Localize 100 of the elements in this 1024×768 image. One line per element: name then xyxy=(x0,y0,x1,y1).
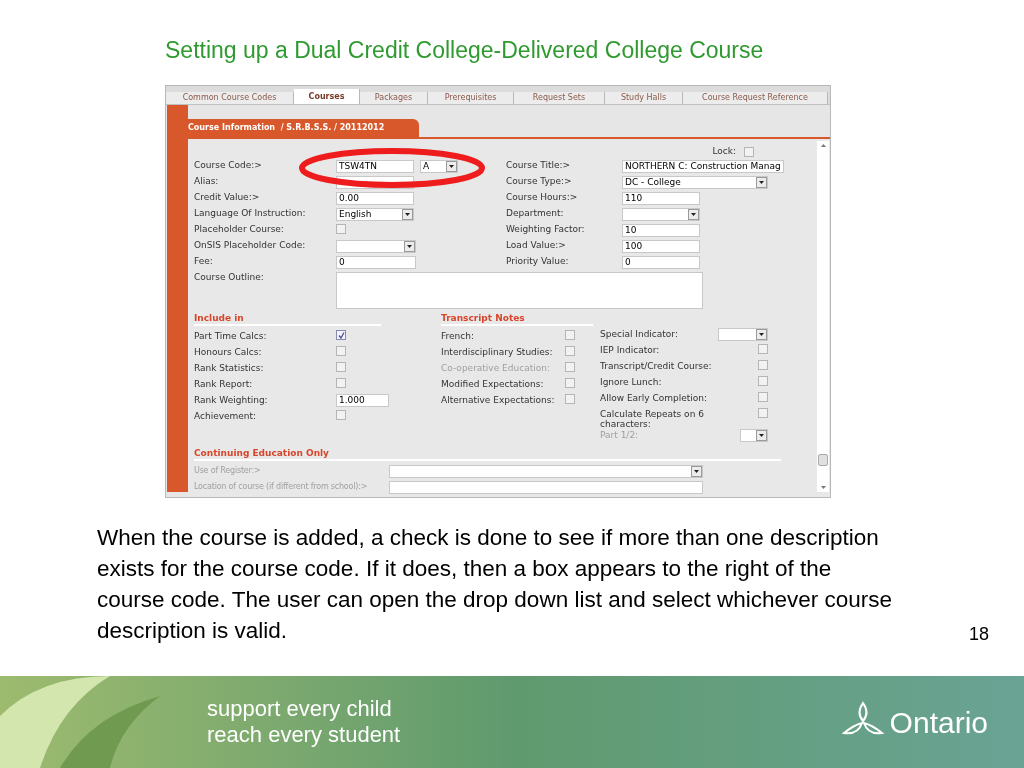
input-field[interactable]: 0 xyxy=(622,256,700,269)
scroll-up-icon[interactable] xyxy=(820,144,826,147)
dropdown-button[interactable] xyxy=(688,209,699,220)
dropdown-button[interactable] xyxy=(756,177,767,188)
field-label: Part 1/2: xyxy=(600,429,640,440)
checkbox[interactable] xyxy=(565,346,575,356)
slide-title: Setting up a Dual Credit College-Delivered College Course xyxy=(165,36,765,64)
field-label: Rank Weighting: xyxy=(194,394,269,405)
field-label: Weighting Factor: xyxy=(506,224,586,235)
tab[interactable]: Course Request Reference xyxy=(683,92,828,104)
tagline-text: reach every student xyxy=(207,722,401,748)
input-field[interactable]: 0 xyxy=(336,256,416,269)
dropdown-button[interactable] xyxy=(756,430,767,441)
dropdown-button[interactable] xyxy=(404,241,415,252)
caret-icon xyxy=(694,470,699,473)
scroll-down-icon[interactable] xyxy=(820,486,826,489)
tab[interactable]: Courses xyxy=(294,89,360,104)
body-text: When the course is added, a check is done to see if more than one description exists for the course code. If it does, then a box appears to the right of the course code. The user can open the drop down list and select whichever course description is valid. xyxy=(97,524,894,645)
checkbox[interactable] xyxy=(744,147,754,157)
input-field[interactable]: 10 xyxy=(622,224,700,237)
tab[interactable]: Common Course Codes xyxy=(166,92,294,104)
tagline-text: support every child xyxy=(207,696,393,722)
checkbox[interactable] xyxy=(336,378,346,388)
field-label: IEP Indicator: xyxy=(600,344,661,355)
checkbox[interactable] xyxy=(758,376,768,386)
checkbox[interactable] xyxy=(336,346,346,356)
checkbox[interactable] xyxy=(758,344,768,354)
caret-icon xyxy=(405,213,410,216)
input-field[interactable] xyxy=(389,481,703,494)
dropdown-field[interactable] xyxy=(740,429,768,442)
field-label: Allow Early Completion: xyxy=(600,392,709,403)
caret-icon xyxy=(691,213,696,216)
dropdown-field[interactable]: DC - College xyxy=(622,176,768,189)
tab[interactable]: Request Sets xyxy=(514,92,605,104)
dropdown-button[interactable] xyxy=(756,329,767,340)
field-label: French: xyxy=(441,330,475,341)
field-label: OnSIS Placeholder Code: xyxy=(194,240,307,251)
section-heading: Include in xyxy=(194,312,245,324)
field-label: Special Indicator: xyxy=(600,328,679,339)
caret-icon xyxy=(759,181,764,184)
field-label: Co-operative Education: xyxy=(441,362,551,373)
field-label: Interdisciplinary Studies: xyxy=(441,346,554,357)
input-field[interactable]: TSW4TN xyxy=(336,160,414,173)
dropdown-field[interactable] xyxy=(389,465,703,478)
field-label: Fee: xyxy=(194,256,214,267)
caret-icon xyxy=(759,434,764,437)
field-label: Location of course (if different from school):> xyxy=(194,481,369,492)
checkbox[interactable] xyxy=(336,224,346,234)
dropdown-field[interactable] xyxy=(622,208,700,221)
scrollbar-thumb[interactable] xyxy=(818,454,828,466)
input-field[interactable]: 100 xyxy=(622,240,700,253)
scrollbar[interactable] xyxy=(817,141,829,492)
field-label: Alternative Expectations: xyxy=(441,394,556,405)
logo-text: Ontario xyxy=(889,704,988,741)
checkbox[interactable] xyxy=(758,408,768,418)
dropdown-field[interactable]: A xyxy=(420,160,458,173)
field-label: Achievement: xyxy=(194,410,258,421)
checkbox[interactable] xyxy=(565,378,575,388)
dropdown-field[interactable] xyxy=(718,328,768,341)
tab[interactable]: Packages xyxy=(360,92,428,104)
field-label: Rank Report: xyxy=(194,378,254,389)
dropdown-field[interactable] xyxy=(336,240,416,253)
field-label: Department: xyxy=(506,208,565,219)
dropdown-button[interactable] xyxy=(402,209,413,220)
field-label: Placeholder Course: xyxy=(194,224,285,235)
field-label: Lock: xyxy=(712,145,736,159)
text-area[interactable] xyxy=(336,272,703,309)
field-label: Alias: xyxy=(194,176,220,187)
checkbox[interactable] xyxy=(758,392,768,402)
caret-icon xyxy=(449,165,454,168)
section-heading: Continuing Education Only xyxy=(194,447,330,459)
checkbox[interactable] xyxy=(565,394,575,404)
checkmark-icon xyxy=(337,331,345,339)
field-label: Load Value:> xyxy=(506,240,567,251)
input-field[interactable]: 110 xyxy=(622,192,700,205)
field-label: Transcript/Credit Course: xyxy=(600,360,713,371)
input-field[interactable]: 1.000 xyxy=(336,394,389,407)
tab[interactable]: Prerequisites xyxy=(428,92,514,104)
checkbox[interactable] xyxy=(758,360,768,370)
input-field[interactable]: 0.00 xyxy=(336,192,414,205)
field-label: Honours Calcs: xyxy=(194,346,263,357)
checkbox[interactable] xyxy=(336,362,346,372)
checkbox[interactable] xyxy=(565,330,575,340)
input-field[interactable]: NORTHERN C: Construction Manag xyxy=(622,160,784,173)
field-label: Use of Register:> xyxy=(194,465,262,476)
dropdown-field[interactable]: English xyxy=(336,208,414,221)
field-label: Course Hours:> xyxy=(506,192,579,203)
checkbox[interactable] xyxy=(336,410,346,420)
caret-icon xyxy=(407,245,412,248)
checkbox[interactable] xyxy=(336,330,346,340)
field-label: Course Type:> xyxy=(506,176,573,187)
tab[interactable]: Study Halls xyxy=(605,92,683,104)
field-label: Course Code:> xyxy=(194,160,263,171)
field-label: Calculate Repeats on 6 characters: xyxy=(600,408,705,429)
dropdown-button[interactable] xyxy=(691,466,702,477)
dropdown-button[interactable] xyxy=(446,161,457,172)
field-label: Language Of Instruction: xyxy=(194,208,307,219)
field-label: Modified Expectations: xyxy=(441,378,545,389)
section-heading: Transcript Notes xyxy=(441,312,526,324)
page-number: 18 xyxy=(969,623,990,646)
